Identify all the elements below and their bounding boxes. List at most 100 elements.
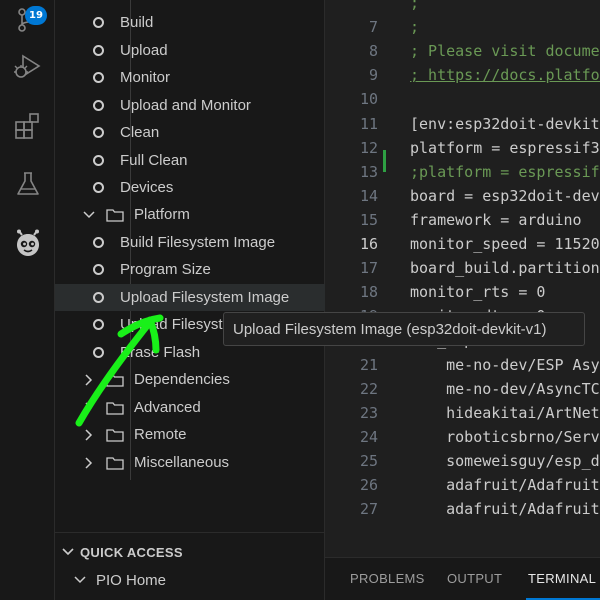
platformio-icon[interactable] <box>0 220 55 268</box>
code-line[interactable]: 15 framework = arduino <box>325 211 600 235</box>
testing-icon[interactable] <box>0 160 55 208</box>
task-label: Upload Filesystem Image <box>120 289 290 306</box>
code-line[interactable]: 27 adafruit/Adafruit BusIO <box>325 500 600 524</box>
code-line[interactable]: 13 ;platform = espressif32 <box>325 163 600 187</box>
folder-dependencies[interactable]: Dependencies <box>55 366 325 393</box>
code-line[interactable]: 24 roboticsbrno/ServoESP32 <box>325 428 600 452</box>
code-line[interactable]: 12 platform = espressif32 <box>325 139 600 163</box>
task-circle-icon <box>93 17 104 28</box>
task-full-clean[interactable]: Full Clean <box>55 147 325 174</box>
quick-access-header[interactable]: QUICK ACCESS <box>55 541 183 563</box>
task-upload[interactable]: Upload <box>55 37 325 64</box>
pio-home-label: PIO Home <box>96 571 167 589</box>
code-text: roboticsbrno/ServoESP32 <box>446 427 600 446</box>
chevron-down-icon <box>62 548 74 556</box>
line-number: 15 <box>359 210 378 229</box>
code-text: me-no-dev/ESP Async WebServer <box>446 355 600 374</box>
line-number: 17 <box>359 259 378 278</box>
run-debug-icon[interactable] <box>0 42 55 90</box>
line-number: 8 <box>368 42 378 61</box>
folder-icon <box>106 373 124 387</box>
code-line[interactable]: 21 me-no-dev/ESP Async WebServer <box>325 356 600 380</box>
task-monitor[interactable]: Monitor <box>55 64 325 91</box>
pio-home-item[interactable]: PIO Home <box>55 569 166 591</box>
line-number: 10 <box>359 90 378 109</box>
code-text: ; <box>410 18 420 37</box>
folder-remote[interactable]: Remote <box>55 421 325 448</box>
code-text: someweisguy/esp_dmx <box>410 451 600 470</box>
code-line[interactable]: 18 monitor_rts = 0 <box>325 283 600 307</box>
code-line[interactable]: 8 ; Please visit documentation for the ot… <box>325 42 600 66</box>
code-line[interactable]: 22 me-no-dev/AsyncTCP <box>325 380 600 404</box>
task-label: Upload <box>120 42 168 59</box>
line-number: 12 <box>359 138 378 157</box>
code-line[interactable]: 10 <box>325 90 600 114</box>
quick-access-title: QUICK ACCESS <box>80 544 183 560</box>
task-label: Monitor <box>120 69 171 86</box>
code-line[interactable]: 7; <box>325 18 600 42</box>
line-number: 13 <box>359 162 378 181</box>
line-number: 25 <box>359 451 378 470</box>
code-line[interactable]: 9 ; https://docs.platformio.org/page/proj… <box>325 66 600 90</box>
code-line[interactable]: 14 board = esp32doit-devkit-v1 <box>325 187 600 211</box>
code-text: [env:esp32doit-devkit-v1] <box>410 114 600 133</box>
platformio-sidebar: Build Upload Monitor Upload and Monitor … <box>55 0 325 600</box>
tab-terminal[interactable]: TERMINAL <box>528 571 596 586</box>
chevron-right-icon <box>82 373 96 386</box>
folder-icon <box>106 208 124 222</box>
task-circle-icon <box>93 347 104 358</box>
project-tasks-tree: Build Upload Monitor Upload and Monitor … <box>55 0 325 532</box>
folder-label: Miscellaneous <box>134 454 230 471</box>
folder-icon <box>106 428 124 442</box>
task-label: Upload and Monitor <box>120 97 251 114</box>
code-text: ; https://docs.platformio.org/page/proje… <box>410 66 600 85</box>
code-line[interactable]: 26 adafruit/Adafruit NeoPixel <box>325 476 600 500</box>
code-editor[interactable]: ;7;8; Please visit documentation for the… <box>325 0 600 557</box>
folder-icon <box>106 456 124 470</box>
code-line[interactable]: 16 monitor_speed = 115200 <box>325 235 600 259</box>
task-circle-icon <box>93 127 104 138</box>
task-clean[interactable]: Clean <box>55 119 325 146</box>
source-control-icon[interactable]: 19 <box>0 0 55 48</box>
code-line[interactable]: 11 [env:esp32doit-devkit-v1] <box>325 115 600 139</box>
folder-label: Dependencies <box>134 371 230 388</box>
task-circle-icon <box>93 264 104 275</box>
line-number: 24 <box>359 427 378 446</box>
task-label: Build Filesystem Image <box>120 234 276 251</box>
line-number: 21 <box>359 355 378 374</box>
folder-miscellaneous[interactable]: Miscellaneous <box>55 449 325 476</box>
code-text: platform = espressif32 <box>410 138 600 157</box>
tab-problems[interactable]: PROBLEMS <box>350 571 425 586</box>
folder-label: Remote <box>134 426 187 443</box>
code-text: me-no-dev/AsyncTCP <box>410 379 600 398</box>
task-circle-icon <box>93 237 104 248</box>
code-line[interactable]: 25 someweisguy/esp_dmx <box>325 452 600 476</box>
task-upload-and-monitor[interactable]: Upload and Monitor <box>55 92 325 119</box>
line-number: 18 <box>359 283 378 302</box>
chevron-right-icon <box>82 428 96 441</box>
tab-output[interactable]: OUTPUT <box>447 571 502 586</box>
code-text: ; <box>410 0 420 12</box>
line-number: 16 <box>359 235 378 253</box>
activity-bar: 19 <box>0 0 55 600</box>
code-line[interactable]: 23 hideakitai/ArtNet <box>325 404 600 428</box>
code-line[interactable]: 17 board_build.partitions = min_spiffs.cs… <box>325 259 600 283</box>
task-label: Build <box>120 14 154 31</box>
task-devices[interactable]: Devices <box>55 174 325 201</box>
task-build-filesystem-image[interactable]: Build Filesystem Image <box>55 229 325 256</box>
task-upload-filesystem-image[interactable]: Upload Filesystem Image <box>55 284 325 311</box>
task-program-size[interactable]: Program Size <box>55 256 325 283</box>
line-number: 9 <box>368 66 378 85</box>
task-tooltip: Upload Filesystem Image (esp32doit-devki… <box>223 312 585 346</box>
folder-icon <box>106 401 124 415</box>
folder-advanced[interactable]: Advanced <box>55 394 325 421</box>
line-number: 23 <box>359 403 378 422</box>
task-build[interactable]: Build <box>55 9 325 36</box>
folder-platform[interactable]: Platform <box>55 201 325 228</box>
chevron-right-icon <box>82 401 96 414</box>
folder-label: Advanced <box>134 399 201 416</box>
code-text: hideakitai/ArtNet <box>410 403 600 422</box>
task-label: Program Size <box>120 261 211 278</box>
extensions-icon[interactable] <box>0 102 55 150</box>
code-line[interactable]: ; <box>325 0 600 18</box>
